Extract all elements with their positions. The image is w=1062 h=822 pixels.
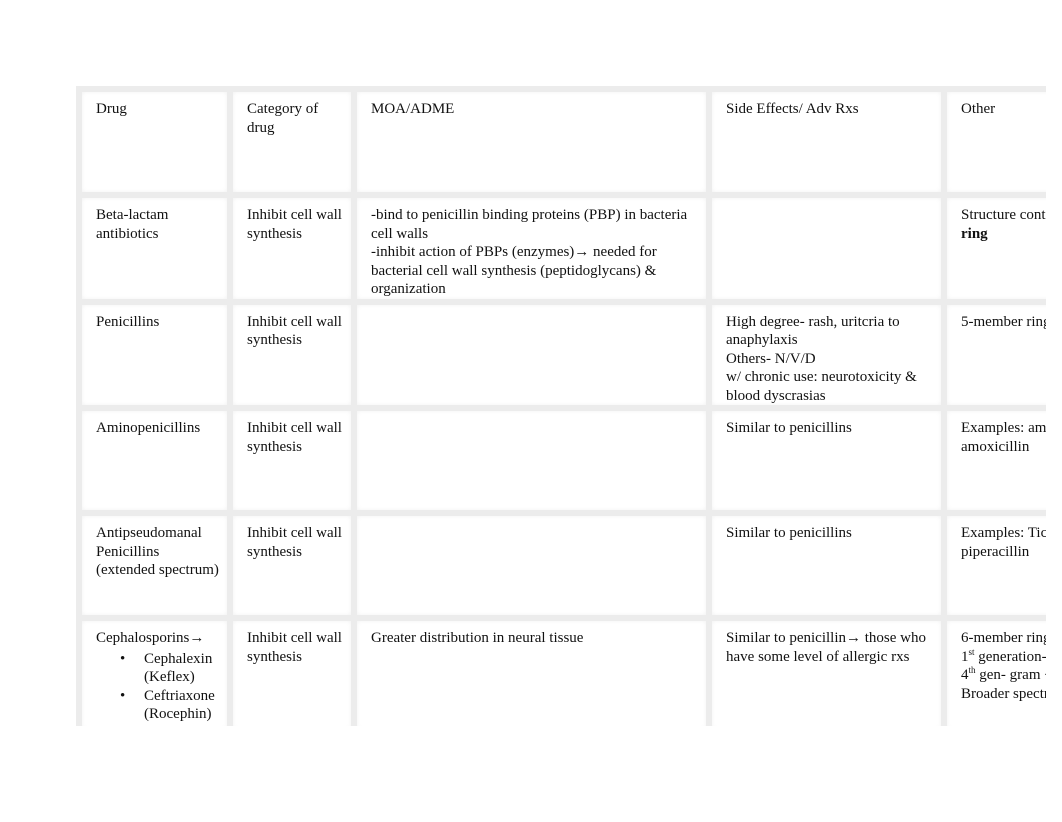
cell-other: Examples: Ticarcillin, piperacillin [941, 510, 1046, 621]
cell-moa: -bind to penicillin binding proteins (PB… [351, 192, 712, 305]
cell-drug: Antipseudomanal Penicillins (extended sp… [76, 510, 233, 621]
cell-side-effects [706, 192, 947, 305]
cell-category: Inhibit cell wall synthesis [227, 405, 357, 516]
table-row: Penicillins Inhibit cell wall synthesis … [76, 298, 1046, 411]
other-text: Structure contains [961, 207, 1046, 223]
other-line: 6-member ring [961, 630, 1046, 646]
moa-line: -bind to penicillin binding proteins (PB… [371, 207, 688, 242]
cell-category: Inhibit cell wall synthesis [227, 615, 357, 726]
side-line: Others- N/V/D [726, 350, 816, 367]
cell-category: Inhibit cell wall synthesis [227, 192, 357, 305]
moa-line: -inhibit action of PBPs (enzymes)→ neede… [371, 244, 657, 297]
list-item: Cephalexin (Keflex) [120, 650, 221, 687]
drug-table: Drug Category of drug MOA/ADME Side Effe… [76, 86, 1046, 726]
table-row: Beta-lactam antibiotics Inhibit cell wal… [76, 192, 1046, 305]
table-row: Cephalosporins→ Cephalexin (Keflex)Ceftr… [76, 615, 1046, 726]
other-line: 1st generation- gram + cocci [961, 647, 1046, 667]
table-row: Aminopenicillins Inhibit cell wall synth… [76, 405, 1046, 516]
cell-drug: Penicillins [76, 298, 233, 411]
cell-category: Inhibit cell wall synthesis [227, 510, 357, 621]
header-side-effects: Side Effects/ Adv Rxs [706, 86, 947, 198]
list-item: Ceftriaxone (Rocephin) [120, 687, 221, 724]
cell-category: Inhibit cell wall synthesis [227, 298, 357, 411]
cell-side-effects: Similar to penicillin→ those who have so… [706, 615, 947, 726]
document-page: Drug Category of drug MOA/ADME Side Effe… [76, 86, 1046, 726]
table-row: Antipseudomanal Penicillins (extended sp… [76, 510, 1046, 621]
cell-side-effects: Similar to penicillins [706, 405, 947, 516]
other-line: Broader spectrum [961, 685, 1046, 702]
cell-moa [351, 510, 712, 621]
other-line: 4th gen- gram +/- [961, 666, 1046, 685]
gen-number: 4 [961, 667, 969, 683]
cell-side-effects: High degree- rash, uritcria to anaphylax… [706, 298, 947, 411]
gen-number: 1 [961, 648, 969, 665]
side-line: High degree- rash, uritcria to anaphylax… [726, 313, 900, 349]
cell-other: Examples: ampicillin, amoxicillin [941, 405, 1046, 516]
cell-moa [351, 405, 712, 516]
drug-name: Cephalosporins→ [96, 630, 205, 646]
gen-suffix: th [968, 665, 976, 675]
cell-other: Structure contains lactam ring [941, 192, 1046, 305]
cell-other: 5-member ring [941, 298, 1046, 411]
header-drug: Drug [76, 86, 233, 198]
gen-text: gen- gram +/- [979, 667, 1046, 683]
cell-other: 6-member ring 1st generation- gram + coc… [941, 615, 1046, 726]
table-header-row: Drug Category of drug MOA/ADME Side Effe… [76, 86, 1046, 198]
cell-drug: Cephalosporins→ Cephalexin (Keflex)Ceftr… [76, 615, 233, 726]
side-line: w/ chronic use: neurotoxicity & blood dy… [726, 369, 917, 404]
cell-side-effects: Similar to penicillins [706, 510, 947, 621]
header-category: Category of drug [227, 86, 357, 198]
cell-moa: Greater distribution in neural tissue [351, 615, 712, 726]
header-other: Other [941, 86, 1046, 198]
cell-drug: Aminopenicillins [76, 405, 233, 516]
header-moa: MOA/ADME [351, 86, 712, 198]
gen-text: generation- gram + cocci [978, 648, 1046, 665]
cell-moa [351, 298, 712, 411]
cell-drug: Beta-lactam antibiotics [76, 192, 233, 305]
drug-examples-list: Cephalexin (Keflex)Ceftriaxone (Rocephin… [96, 650, 221, 724]
